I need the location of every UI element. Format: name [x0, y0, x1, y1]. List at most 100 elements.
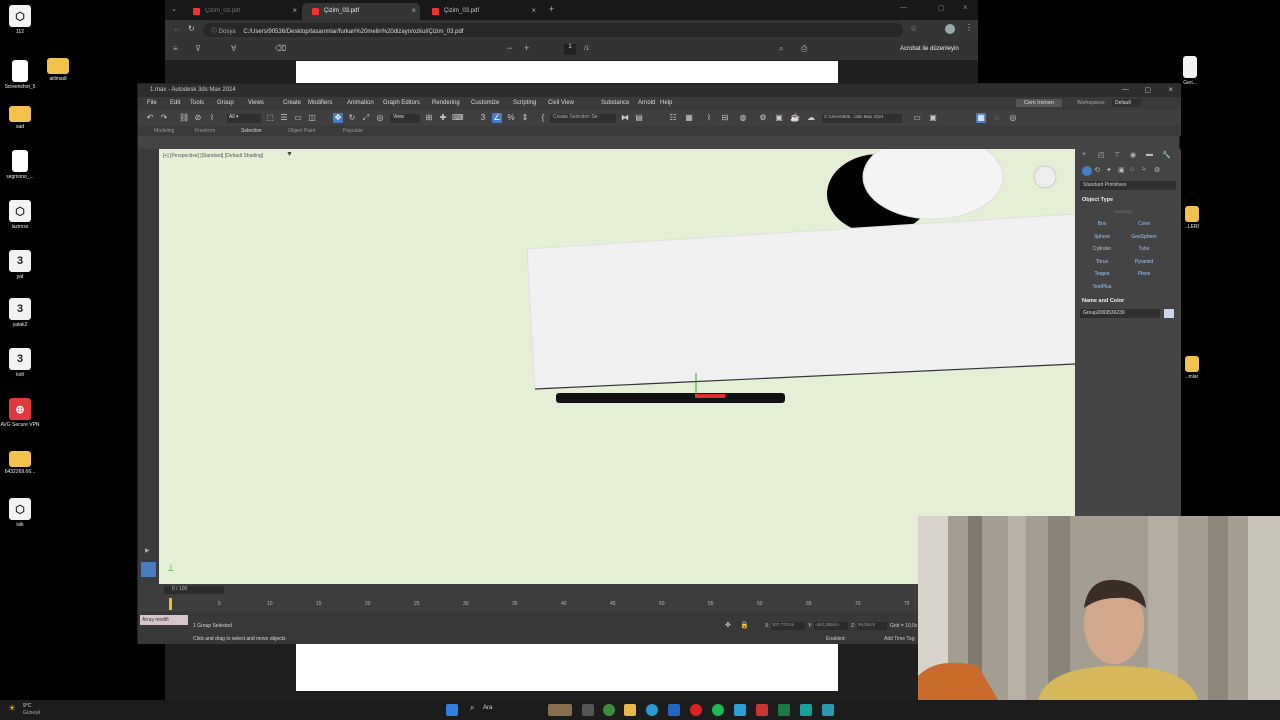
ribbon-tab-selection[interactable]: Selection: [241, 128, 262, 134]
zoom-in-icon[interactable]: +: [524, 43, 529, 53]
close-icon[interactable]: ×: [292, 6, 297, 15]
primitive-sphere-button[interactable]: Sphere: [1084, 234, 1120, 240]
lock-icon[interactable]: 🔒: [740, 621, 749, 629]
url-field[interactable]: ⓘ Dosya C:/Users/90536/Desktop/tasarımla…: [203, 23, 903, 37]
browser-tab-1[interactable]: Çizim_03.pdf ×: [183, 3, 301, 20]
desktop-icon[interactable]: 6432269.66...: [0, 448, 40, 475]
selection-filter-dropdown[interactable]: All ▾: [227, 114, 261, 123]
menu-item-modifiers[interactable]: Modifiers: [308, 100, 332, 106]
angle-snap-icon[interactable]: ∠: [492, 113, 502, 123]
menu-item-group[interactable]: Group: [217, 100, 234, 106]
pivot-icon[interactable]: ⊞: [424, 113, 434, 123]
percent-snap-icon[interactable]: %: [506, 113, 516, 123]
select-and-move-icon[interactable]: ✥: [333, 113, 343, 123]
opera-icon[interactable]: [690, 704, 702, 716]
draw-icon[interactable]: ∀: [231, 44, 236, 53]
modify-tab-icon[interactable]: ◰: [1098, 151, 1105, 159]
browser-tab-3[interactable]: Çizim_03.pdf ×: [422, 3, 540, 20]
object-name-field[interactable]: Group2069536239: [1080, 309, 1160, 318]
object-color-swatch[interactable]: [1164, 309, 1174, 318]
ribbon-tab-object-paint[interactable]: Object Paint: [288, 128, 315, 134]
material-editor-icon[interactable]: ◍: [738, 113, 748, 123]
desktop-icon[interactable]: 3 yatak2: [0, 298, 40, 328]
primitive-torus-button[interactable]: Torus: [1084, 259, 1120, 265]
file-explorer-icon[interactable]: [624, 704, 636, 716]
desktop-icon[interactable]: Geri...: [1170, 56, 1210, 86]
spotify-icon[interactable]: [712, 704, 724, 716]
star-icon[interactable]: ☆: [910, 24, 917, 33]
menu-item-scripting[interactable]: Scripting: [513, 100, 536, 106]
primitive-box-button[interactable]: Box: [1084, 221, 1120, 227]
render-icon[interactable]: ☕: [790, 113, 800, 123]
menu-item-animation[interactable]: Animation: [347, 100, 374, 106]
acrobat-link[interactable]: Acrobat ile düzenleyin: [900, 46, 959, 52]
z-coordinate-field[interactable]: 59,50cm: [857, 622, 887, 630]
selection-set-dropdown[interactable]: Create Selection Se: [550, 114, 616, 123]
desktop-icon[interactable]: 3 yat: [0, 250, 40, 280]
render-frame-icon[interactable]: ▣: [774, 113, 784, 123]
menu-item-arnold[interactable]: Arnold: [638, 100, 655, 106]
primitive-textplus-button[interactable]: TextPlus: [1084, 284, 1120, 290]
select-object-icon[interactable]: ⬚: [265, 113, 275, 123]
excel-icon[interactable]: [778, 704, 790, 716]
desktop-icon[interactable]: sad: [0, 103, 40, 130]
reload-icon[interactable]: ↻: [188, 24, 195, 33]
window-crossing-icon[interactable]: ◫: [307, 113, 317, 123]
primitive-category-dropdown[interactable]: Standard Primitives: [1080, 181, 1176, 190]
menu-item-substance[interactable]: Substance: [601, 100, 629, 106]
snaps-toggle-icon[interactable]: 3: [478, 113, 488, 123]
autogrid-checkbox[interactable]: AutoGrid: [1114, 209, 1132, 214]
layer-explorer-icon[interactable]: ☷: [668, 113, 678, 123]
minimize-icon[interactable]: —: [900, 4, 907, 11]
new-tab-button[interactable]: +: [549, 4, 554, 14]
bind-spacewarp-icon[interactable]: ⌇: [207, 113, 217, 123]
menu-item-graph-editors[interactable]: Graph Editors: [383, 100, 420, 106]
edge-icon[interactable]: [646, 704, 658, 716]
menu-item-tools[interactable]: Tools: [190, 100, 204, 106]
maximize-icon[interactable]: ▢: [938, 4, 945, 12]
motion-tab-icon[interactable]: ◉: [1130, 151, 1136, 159]
mail-icon[interactable]: [668, 704, 680, 716]
app-thumbnail-icon[interactable]: [548, 704, 572, 716]
object-type-title[interactable]: Object Type: [1082, 197, 1174, 203]
select-manipulate-icon[interactable]: ✚: [438, 113, 448, 123]
desktop-icon[interactable]: segmono_...: [0, 150, 40, 180]
layout-tab-button[interactable]: [141, 562, 156, 577]
menu-icon[interactable]: ⋮: [965, 23, 973, 32]
ribbon-tab-modeling[interactable]: Modeling: [154, 128, 174, 134]
geometry-icon[interactable]: [1082, 166, 1092, 176]
align-icon[interactable]: ▤: [634, 113, 644, 123]
primitive-cylinder-button[interactable]: Cylinder: [1084, 246, 1120, 252]
menu-item-customize[interactable]: Customize: [471, 100, 499, 106]
add-time-tag[interactable]: Add Time Tag: [884, 636, 914, 642]
tab-search-icon[interactable]: ⌄: [171, 5, 177, 13]
chrome-icon[interactable]: [603, 704, 615, 716]
menu-item-file[interactable]: File: [147, 100, 157, 106]
search-icon[interactable]: ⌕: [779, 44, 783, 54]
telegram-icon[interactable]: [734, 704, 746, 716]
menu-item-views[interactable]: Views: [248, 100, 264, 106]
menu-item-rendering[interactable]: Rendering: [432, 100, 460, 106]
select-and-rotate-icon[interactable]: ↻: [347, 113, 357, 123]
workspace-dropdown[interactable]: Default: [1112, 99, 1141, 107]
contents-icon[interactable]: ≡: [173, 44, 178, 53]
named-selection-icon[interactable]: {: [538, 113, 548, 123]
desktop-icon[interactable]: 3 kolt: [0, 348, 40, 378]
close-window-icon[interactable]: ×: [963, 3, 968, 12]
start-icon[interactable]: [446, 704, 458, 716]
shapes-icon[interactable]: ⟲: [1094, 166, 1100, 174]
cameras-icon[interactable]: ▣: [1118, 166, 1125, 174]
display-tab-icon[interactable]: ▬: [1146, 151, 1153, 158]
menu-item-help[interactable]: Help: [660, 100, 672, 106]
systems-icon[interactable]: ⚙: [1154, 166, 1160, 174]
viewport-layout-icon[interactable]: ▦: [976, 113, 986, 123]
reference-coordinate-dropdown[interactable]: View: [390, 114, 420, 123]
primitive-plane-button[interactable]: Plane: [1126, 271, 1162, 277]
schematic-view-icon[interactable]: ⊟: [720, 113, 730, 123]
keyboard-shortcut-icon[interactable]: ⌨: [452, 113, 464, 123]
toggle-ribbon-icon[interactable]: ▦: [684, 113, 694, 123]
isolate-icon[interactable]: ✥: [725, 621, 731, 629]
hierarchy-tab-icon[interactable]: ⊤: [1114, 151, 1120, 159]
user-button[interactable]: Cem Irsmen: [1016, 99, 1062, 107]
select-and-scale-icon[interactable]: ⤢: [361, 113, 371, 123]
